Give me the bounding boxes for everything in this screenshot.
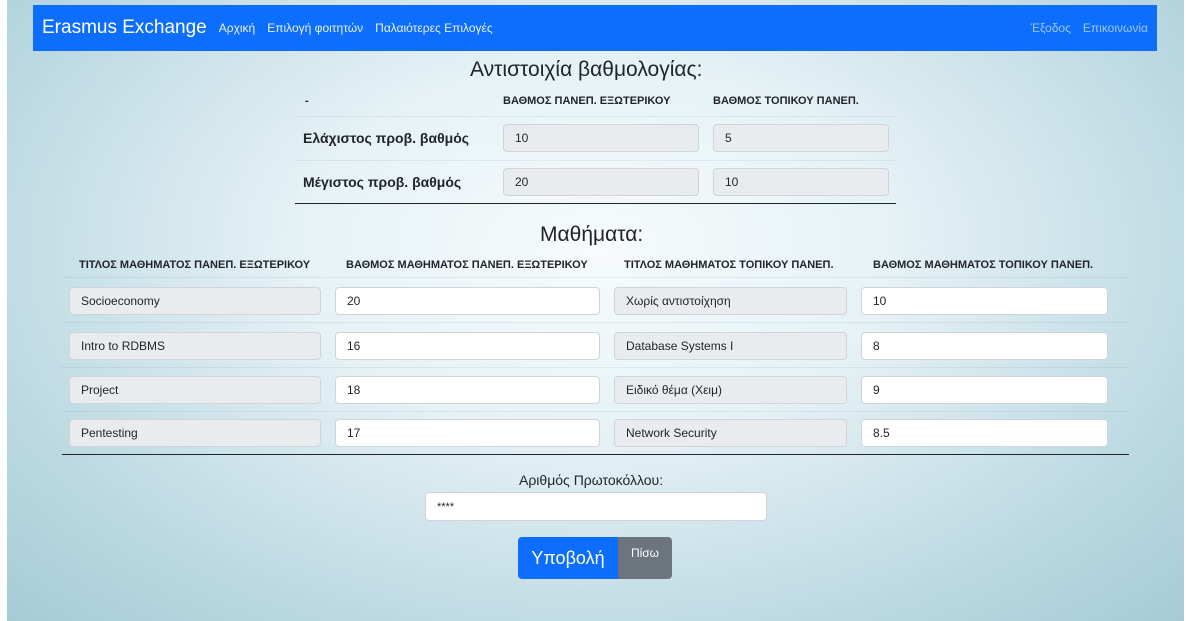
courses-row-divider [62, 411, 1129, 412]
course-local-title-field: Ειδικό θέμα (Χειμ) [614, 376, 847, 404]
course-foreign-title-field: Socioeconomy [69, 287, 321, 315]
grading-header-foreign: ΒΑΘΜΟΣ ΠΑΝΕΠ. ΕΞΩΤΕΡΙΚΟΥ [503, 95, 671, 107]
submit-button[interactable]: Υποβολή [518, 537, 618, 579]
nav-link-older-selections[interactable]: Παλαιότερες Επιλογές [375, 21, 493, 35]
brand-link[interactable]: Erasmus Exchange [42, 17, 207, 39]
course-local-grade-input[interactable]: 10 [861, 287, 1108, 315]
course-foreign-grade-input[interactable]: 17 [335, 419, 600, 447]
course-foreign-grade-input[interactable]: 20 [335, 287, 600, 315]
nav-link-home[interactable]: Αρχική [219, 21, 255, 35]
course-local-grade-input[interactable]: 9 [861, 376, 1108, 404]
grading-min-label: Ελάχιστος προβ. βαθμός [303, 130, 470, 146]
grading-min-foreign-field: 10 [503, 124, 699, 152]
grading-row-divider [295, 160, 895, 161]
back-button[interactable]: Πίσω [618, 537, 672, 579]
courses-title: Μαθήματα: [540, 223, 644, 246]
navbar: Erasmus Exchange Αρχική Επιλογή φοιτητών… [33, 5, 1157, 51]
courses-header-local-grade: ΒΑΘΜΟΣ ΜΑΘΗΜΑΤΟΣ ΤΟΠΙΚΟΥ ΠΑΝΕΠ. [873, 259, 1094, 271]
courses-header-foreign-grade: ΒΑΘΜΟΣ ΜΑΘΗΜΑΤΟΣ ΠΑΝΕΠ. ΕΞΩΤΕΡΙΚΟΥ [346, 259, 588, 271]
course-local-title-field: Network Security [614, 419, 847, 447]
courses-header-foreign-title: ΤΙΤΛΟΣ ΜΑΘΗΜΑΤΟΣ ΠΑΝΕΠ. ΕΞΩΤΕΡΙΚΟΥ [79, 259, 311, 271]
courses-table-bottom-border [62, 454, 1129, 455]
grading-header-local: ΒΑΘΜΟΣ ΤΟΠΙΚΟΥ ΠΑΝΕΠ. [713, 95, 859, 107]
course-foreign-grade-input[interactable]: 18 [335, 376, 600, 404]
course-local-title-field: Database Systems I [614, 332, 847, 360]
grading-max-local-field: 10 [713, 168, 889, 196]
course-foreign-grade-input[interactable]: 16 [335, 332, 600, 360]
grading-max-foreign-field: 20 [503, 168, 699, 196]
grading-table-bottom-border [295, 203, 896, 204]
courses-header-local-title: ΤΙΤΛΟΣ ΜΑΘΗΜΑΤΟΣ ΤΟΠΙΚΟΥ ΠΑΝΕΠ. [624, 259, 834, 271]
nav-link-student-selection[interactable]: Επιλογή φοιτητών [267, 21, 363, 35]
courses-row-divider [62, 277, 1129, 278]
course-local-title-field: Χωρίς αντιστοίχηση [614, 287, 847, 315]
grading-min-local-field: 5 [713, 124, 889, 152]
course-local-grade-input[interactable]: 8.5 [861, 419, 1108, 447]
protocol-input[interactable]: **** [425, 492, 767, 521]
nav-right: Έξοδος Επικοινωνία [1019, 21, 1148, 35]
course-foreign-title-field: Pentesting [69, 419, 321, 447]
course-foreign-title-field: Project [69, 376, 321, 404]
courses-row-divider [62, 322, 1129, 323]
course-foreign-title-field: Intro to RDBMS [69, 332, 321, 360]
grading-max-label: Μέγιστος προβ. βαθμός [303, 174, 462, 190]
protocol-label: Αριθμός Πρωτοκόλλου: [519, 472, 664, 488]
courses-row-divider [62, 367, 1129, 368]
grading-row-divider [295, 116, 895, 117]
course-local-grade-input[interactable]: 8 [861, 332, 1108, 360]
nav-link-contact[interactable]: Επικοινωνία [1083, 21, 1148, 35]
grading-title: Αντιστοιχία βαθμολογίας: [470, 58, 703, 81]
nav-link-logout[interactable]: Έξοδος [1031, 21, 1071, 35]
grading-header-dash: - [305, 95, 309, 107]
